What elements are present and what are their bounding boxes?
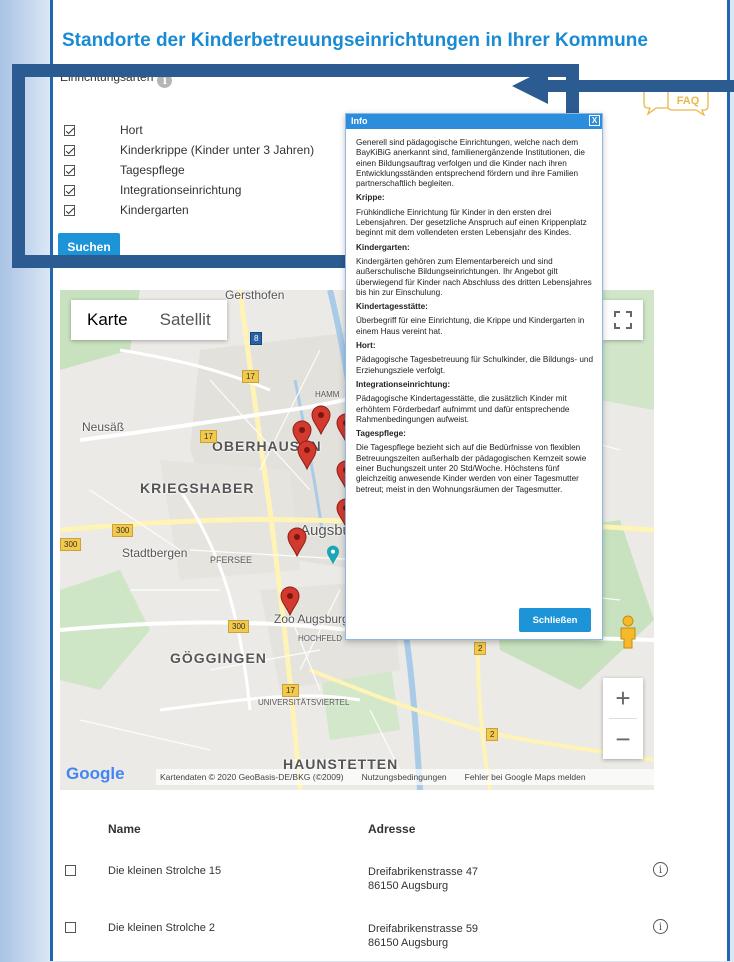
street-view-button[interactable] [608, 612, 648, 652]
info-text-hort: Pädagogische Tagesbetreuung für Schulkin… [356, 355, 593, 375]
info-text-tagespflege: Die Tagespflege bezieht sich auf die Bed… [356, 443, 587, 494]
row-name: Die kleinen Strolche 2 [108, 922, 216, 934]
map-type-satellit[interactable]: Satellit [144, 300, 227, 340]
row-city: 86150 Augsburg [368, 937, 449, 949]
map-label-gersthofen: Gersthofen [225, 290, 285, 302]
info-heading-kindergarten: Kindergarten: [356, 242, 410, 252]
map-label-stadtbergen: Stadtbergen [122, 546, 188, 560]
road-shield-17c: 17 [282, 684, 299, 697]
row-street: Dreifabrikenstrasse 47 [368, 866, 479, 878]
map-marker[interactable] [287, 527, 307, 557]
map-marker[interactable] [280, 586, 300, 616]
map-label-universitaet: UNIVERSITÄTSVIERTEL [258, 698, 350, 707]
google-logo: Google [66, 764, 125, 784]
info-text-kindergarten: Kindergärten gehören zum Elementarbereic… [356, 256, 592, 297]
map-label-kriegshaber: KRIEGSHABER [140, 480, 255, 496]
page-title: Standorte der Kinderbetreuungseinrichtun… [62, 30, 648, 51]
column-header-name: Name [108, 822, 141, 836]
zoom-in-button[interactable]: + [603, 678, 643, 718]
map-label-hamm: HAMM [315, 390, 340, 399]
column-header-address: Adresse [368, 822, 416, 836]
map-label-hochfeld: HOCHFELD [298, 634, 343, 643]
row-checkbox[interactable] [65, 865, 76, 876]
fullscreen-button[interactable] [603, 300, 643, 340]
info-heading-tagespflege: Tagespflege: [356, 429, 406, 439]
place-pin-icon [327, 545, 339, 565]
map-terms-link[interactable]: Nutzungsbedingungen [362, 772, 447, 782]
pegman-icon [620, 615, 636, 649]
info-heading-integration: Integrationseinrichtung: [356, 379, 451, 389]
info-intro: Generell sind pädagogische Einrichtungen… [356, 138, 585, 189]
road-shield-2a: 2 [474, 642, 487, 655]
info-heading-kita: Kindertagesstätte: [356, 302, 428, 312]
map-copyright: Kartendaten © 2020 GeoBasis-DE/BKG (©200… [160, 772, 344, 782]
info-icon[interactable]: i [653, 862, 668, 877]
road-shield-300c: 300 [228, 620, 250, 633]
info-dialog-body: Generell sind pädagogische Einrichtungen… [346, 129, 602, 495]
info-dialog: Info X Generell sind pädagogische Einric… [345, 113, 603, 640]
close-button[interactable]: Schließen [519, 608, 591, 632]
row-street: Dreifabrikenstrasse 59 [368, 923, 479, 935]
google-logo-text: Google [66, 764, 125, 783]
info-dialog-header: Info X [346, 114, 602, 129]
close-icon[interactable]: X [589, 115, 600, 126]
road-shield-17b: 17 [200, 430, 217, 443]
info-heading-hort: Hort: [356, 341, 376, 351]
map-label-goeggingen: GÖGGINGEN [170, 650, 267, 666]
map-marker[interactable] [297, 440, 317, 470]
info-text-integration: Pädagogische Kindertagesstätte, die zusä… [356, 394, 570, 424]
table-row: Die kleinen Strolche 2 Dreifabrikenstras… [60, 919, 668, 962]
map-type-control: Karte Satellit [71, 300, 227, 340]
map-attribution: Kartendaten © 2020 GeoBasis-DE/BKG (©200… [156, 769, 654, 785]
info-icon[interactable]: i [653, 919, 668, 934]
fullscreen-icon [614, 311, 632, 329]
row-address: Dreifabrikenstrasse 47 86150 Augsburg [368, 865, 478, 893]
pointer-arrow-icon [512, 68, 734, 104]
row-address: Dreifabrikenstrasse 59 86150 Augsburg [368, 922, 478, 950]
road-shield-a8: 8 [250, 332, 263, 345]
road-shield-2b: 2 [486, 728, 499, 741]
map-label-neusass: Neusäß [82, 420, 125, 434]
road-shield-300b: 300 [60, 538, 82, 551]
row-name: Die kleinen Strolche 15 [108, 865, 222, 877]
zoom-control: + − [603, 678, 643, 759]
table-row: Die kleinen Strolche 15 Dreifabrikenstra… [60, 862, 668, 905]
map-label-pfersee: PFERSEE [210, 555, 253, 565]
road-shield-300a: 300 [112, 524, 134, 537]
map-type-karte[interactable]: Karte [71, 300, 144, 340]
zoom-out-button[interactable]: − [603, 719, 643, 759]
row-checkbox[interactable] [65, 922, 76, 933]
row-city: 86150 Augsburg [368, 880, 449, 892]
map-report-link[interactable]: Fehler bei Google Maps melden [465, 772, 586, 782]
info-text-krippe: Frühkindliche Einrichtung für Kinder in … [356, 207, 587, 238]
info-heading-krippe: Krippe: [356, 193, 385, 203]
info-dialog-title: Info [351, 116, 368, 126]
info-text-kita: Überbegriff für eine Einrichtung, die Kr… [356, 316, 585, 336]
map-marker[interactable] [311, 405, 331, 435]
road-shield-17a: 17 [242, 370, 259, 383]
